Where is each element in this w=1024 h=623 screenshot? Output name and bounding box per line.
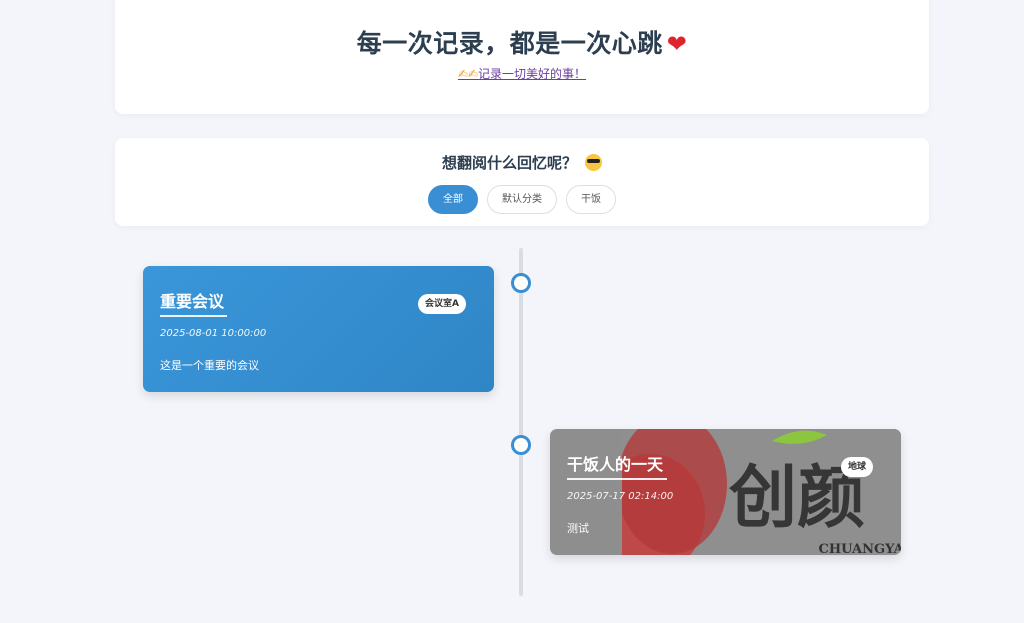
event-card-meeting[interactable]: 重要会议 会议室A 2025-08-01 10:00:00 这是一个重要的会议 bbox=[143, 266, 494, 392]
category-filters: 全部 默认分类 干饭 bbox=[115, 185, 929, 214]
filter-pill-meal[interactable]: 干饭 bbox=[566, 185, 616, 214]
filter-pill-all[interactable]: 全部 bbox=[428, 185, 478, 214]
filter-title-text: 想翻阅什么回忆呢？ bbox=[441, 154, 577, 172]
page-title: 每一次记录，都是一次心跳 ❤ bbox=[115, 24, 929, 60]
location-badge: 会议室A bbox=[418, 294, 466, 314]
timeline-dot bbox=[511, 435, 531, 455]
event-date: 2025-07-17 02:14:00 bbox=[567, 491, 674, 502]
timeline-dot bbox=[511, 273, 531, 293]
record-link-text[interactable]: 记录一切美好的事！ bbox=[478, 67, 586, 81]
filter-title: 想翻阅什么回忆呢？ bbox=[115, 152, 929, 173]
filter-card: 想翻阅什么回忆呢？ 全部 默认分类 干饭 bbox=[115, 138, 929, 226]
header-card: 每一次记录，都是一次心跳 ❤ ✍✍记录一切美好的事！ bbox=[115, 0, 929, 114]
location-badge: 地球 bbox=[840, 457, 873, 477]
background-logo-sub: CHUANGYAN bbox=[818, 542, 901, 555]
sunglasses-face-icon bbox=[585, 154, 602, 171]
event-description: 测试 bbox=[567, 522, 589, 535]
event-title: 重要会议 bbox=[160, 292, 225, 311]
event-date: 2025-08-01 10:00:00 bbox=[160, 328, 267, 339]
event-title: 干饭人的一天 bbox=[567, 455, 664, 474]
timeline-line bbox=[519, 248, 523, 596]
title-underline bbox=[567, 478, 667, 480]
title-underline bbox=[160, 315, 227, 317]
filter-pill-default-category[interactable]: 默认分类 bbox=[487, 185, 557, 214]
writing-hand-icon: ✍✍ bbox=[457, 67, 479, 81]
heart-icon: ❤ bbox=[666, 30, 688, 58]
event-card-meal[interactable]: 创颜 CHUANGYAN 干饭人的一天 地球 2025-07-17 02:14:… bbox=[550, 429, 901, 555]
page-title-text: 每一次记录，都是一次心跳 bbox=[356, 29, 663, 58]
event-description: 这是一个重要的会议 bbox=[160, 359, 259, 372]
record-link[interactable]: ✍✍记录一切美好的事！ bbox=[115, 65, 929, 82]
